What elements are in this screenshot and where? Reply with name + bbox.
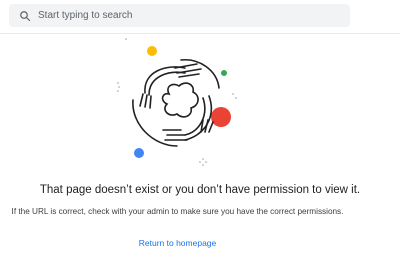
search-input[interactable]	[38, 10, 338, 21]
header-divider	[0, 33, 400, 34]
error-headline: That page doesn’t exist or you don’t hav…	[39, 184, 361, 196]
error-subtext: If the URL is correct, check with your a…	[11, 207, 344, 216]
search-icon	[18, 9, 31, 22]
error-page: That page doesn’t exist or you don’t hav…	[0, 0, 400, 278]
search-bar[interactable]	[9, 4, 350, 27]
red-dot	[211, 107, 231, 127]
return-to-homepage-link[interactable]: Return to homepage	[0, 238, 355, 248]
green-dot	[221, 70, 227, 76]
swirling-hands-illustration	[105, 36, 255, 176]
blue-dot	[134, 148, 144, 158]
yellow-dot	[147, 46, 157, 56]
